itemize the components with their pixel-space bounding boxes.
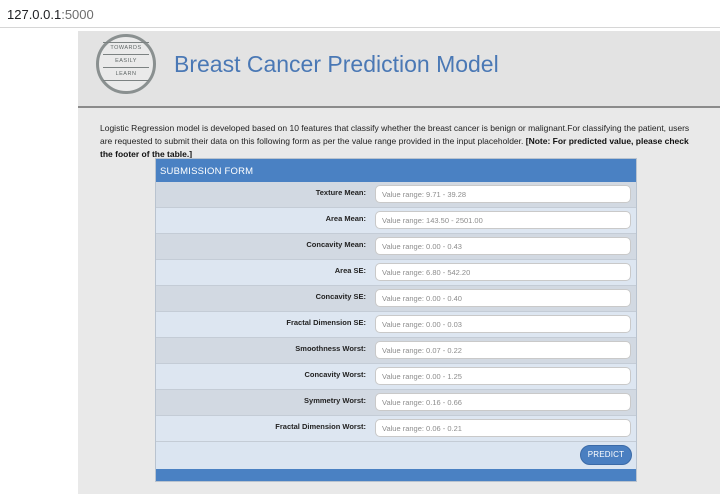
form-row: Smoothness Worst: [156,338,636,364]
logo-word-1: TOWARDS [110,45,142,51]
symmetry-worst-input[interactable] [375,393,631,411]
form-row: Area SE: [156,260,636,286]
smoothness-worst-input[interactable] [375,341,631,359]
logo-word-2: EASILY [115,58,137,64]
field-label-concavity-mean: Concavity Mean: [306,240,366,249]
page-header: TOWARDS EASILY LEARN Breast Cancer Predi… [78,31,720,106]
concavity-se-input[interactable] [375,289,631,307]
form-row: Concavity SE: [156,286,636,312]
form-footer [156,469,636,481]
field-label-fractal-dimension-worst: Fractal Dimension Worst: [275,422,366,431]
area-se-input[interactable] [375,263,631,281]
concavity-worst-input[interactable] [375,367,631,385]
form-header: SUBMISSION FORM [156,159,636,182]
logo-word-3: LEARN [115,71,137,77]
logo: TOWARDS EASILY LEARN [96,34,156,94]
logo-rule [103,80,149,81]
field-label-symmetry-worst: Symmetry Worst: [304,396,366,405]
submission-form: SUBMISSION FORM Texture Mean: Area Mean:… [155,158,637,482]
page-content: TOWARDS EASILY LEARN Breast Cancer Predi… [78,31,720,494]
predict-button[interactable]: PREDICT [580,445,632,465]
logo-rule [103,67,149,68]
fractal-dimension-worst-input[interactable] [375,419,631,437]
form-row: Fractal Dimension SE: [156,312,636,338]
field-label-fractal-dimension-se: Fractal Dimension SE: [286,318,366,327]
header-divider [78,106,720,108]
address-bar[interactable]: 127.0.0.1:5000 [0,0,720,28]
logo-rule [103,42,149,43]
form-row: Concavity Worst: [156,364,636,390]
field-label-area-mean: Area Mean: [325,214,366,223]
url-port: :5000 [61,7,94,22]
logo-rule [103,54,149,55]
field-label-smoothness-worst: Smoothness Worst: [295,344,366,353]
form-heading: SUBMISSION FORM [160,166,254,177]
form-row: Symmetry Worst: [156,390,636,416]
field-label-concavity-worst: Concavity Worst: [304,370,366,379]
concavity-mean-input[interactable] [375,237,631,255]
form-actions: PREDICT [156,442,636,472]
form-row: Area Mean: [156,208,636,234]
field-label-texture-mean: Texture Mean: [315,188,366,197]
area-mean-input[interactable] [375,211,631,229]
texture-mean-input[interactable] [375,185,631,203]
url-text[interactable]: 127.0.0.1:5000 [7,7,94,22]
form-row: Fractal Dimension Worst: [156,416,636,442]
field-label-concavity-se: Concavity SE: [315,292,366,301]
page-title: Breast Cancer Prediction Model [174,51,499,77]
form-row: Texture Mean: [156,182,636,208]
url-host: 127.0.0.1 [7,7,62,22]
description: Logistic Regression model is developed b… [100,122,700,161]
form-row: Concavity Mean: [156,234,636,260]
field-label-area-se: Area SE: [334,266,366,275]
fractal-dimension-se-input[interactable] [375,315,631,333]
